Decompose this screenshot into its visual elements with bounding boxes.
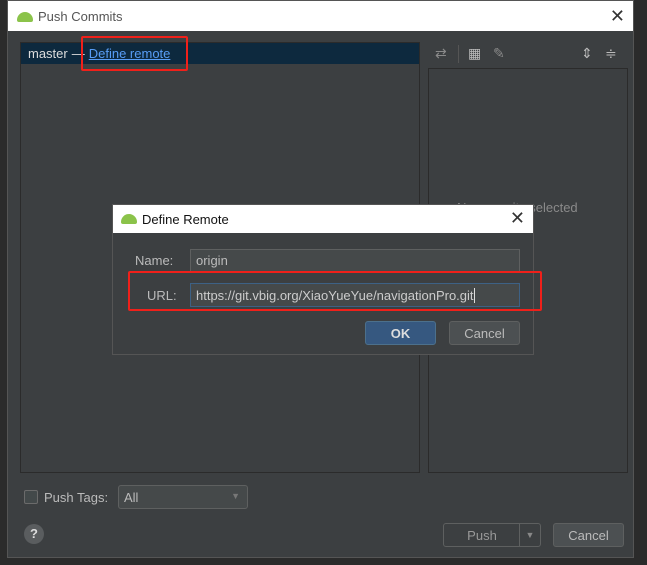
push-dropdown-arrow[interactable]: ▼ [519,524,540,546]
toolbar-divider [458,45,459,63]
name-value: origin [196,253,228,268]
dialog-close-icon[interactable]: ✕ [510,208,525,229]
chevron-down-icon: ▼ [231,491,240,501]
cancel-button[interactable]: Cancel [553,523,624,547]
title-bar: Push Commits ✕ [8,1,633,31]
help-button[interactable]: ? [24,524,44,544]
push-button[interactable]: Push ▼ [443,523,541,547]
compare-icon[interactable]: ⇄ [435,45,447,62]
name-label: Name: [135,253,174,268]
editor-background-left [0,30,7,565]
push-tags-checkbox[interactable] [24,490,38,504]
window-title: Push Commits [38,8,123,24]
android-icon [17,12,33,22]
dialog-cancel-label: Cancel [464,325,505,341]
android-icon [121,214,137,224]
push-tags-value: All [124,489,139,505]
details-toolbar: ⇄ ▦ ✎ ⇕ ≑ [433,45,628,65]
push-label: Push [467,527,497,543]
close-icon[interactable]: ✕ [610,6,625,27]
collapse-all-icon[interactable]: ≑ [605,45,617,62]
highlight-url [128,271,542,311]
dialog-title-bar: Define Remote ✕ [113,205,533,233]
ok-label: OK [390,325,411,341]
name-input[interactable]: origin [190,249,520,272]
edit-icon[interactable]: ✎ [493,45,505,62]
push-tags-select[interactable]: All ▼ [118,485,248,509]
cancel-label: Cancel [568,527,609,543]
highlight-define-remote [81,36,188,71]
expand-all-icon[interactable]: ⇕ [581,45,593,62]
dialog-cancel-button[interactable]: Cancel [449,321,520,345]
ok-button[interactable]: OK [365,321,436,345]
push-tags-label: Push Tags: [44,490,109,505]
group-by-icon[interactable]: ▦ [468,45,481,62]
branch-name: master [28,46,68,61]
dialog-title: Define Remote [142,211,229,227]
